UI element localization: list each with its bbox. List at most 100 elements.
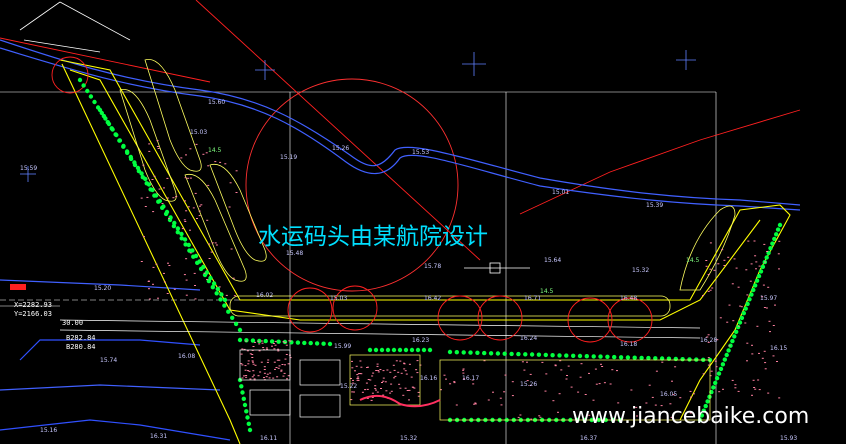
tree-dot [81, 83, 86, 88]
hatch-mark [157, 148, 160, 149]
tree-dot [713, 380, 718, 386]
hatch-mark [709, 268, 712, 270]
hatch-mark [173, 288, 176, 290]
tree-dot [321, 341, 326, 346]
elevation-label: 16.71 [524, 295, 541, 302]
hatch-mark [777, 253, 780, 255]
hatch-mark [404, 387, 407, 389]
hatch-mark [206, 279, 208, 281]
hatch-mark [375, 389, 377, 391]
tree-dot [536, 352, 542, 357]
hatch-mark [753, 387, 756, 388]
hatch-mark [357, 376, 360, 378]
hatch-mark [287, 375, 290, 377]
hatch-mark [356, 377, 359, 379]
hatch-mark [609, 383, 612, 385]
tree-dot [646, 355, 651, 361]
tree-dot [612, 354, 617, 360]
hatch-mark [379, 369, 382, 370]
hatch-mark [140, 261, 143, 262]
tree-dot [245, 415, 250, 420]
hatch-mark [253, 374, 255, 376]
hatch-mark [277, 348, 280, 350]
hatch-mark [462, 368, 465, 370]
hatch-mark [403, 368, 406, 370]
hatch-mark [254, 364, 257, 366]
hatch-mark [400, 372, 403, 374]
tree-dot [295, 340, 301, 345]
hatch-mark [189, 177, 192, 179]
hatch-mark [776, 361, 778, 362]
hatch-mark [709, 289, 712, 291]
hatch-mark [148, 288, 150, 290]
hatch-mark [721, 249, 724, 251]
hatch-mark [758, 389, 761, 391]
hatch-mark [630, 389, 633, 391]
hatch-mark [715, 366, 718, 368]
cad-drawing-canvas[interactable]: X=2282.93 Y=2166.03 30.00 B282.84 B280.8… [0, 0, 846, 444]
hatch-mark [566, 375, 568, 376]
hatch-mark [417, 395, 420, 397]
tree-dot [749, 292, 754, 297]
hatch-mark [261, 342, 264, 344]
hatch-mark [376, 365, 379, 367]
hatch-mark [733, 258, 736, 260]
tree-dot [409, 347, 415, 353]
tree-dot [136, 168, 142, 174]
hatch-mark [366, 388, 369, 390]
hatch-mark [728, 345, 731, 347]
hatch-mark [208, 243, 211, 245]
hatch-mark [554, 365, 557, 367]
tree-dot [734, 329, 739, 334]
hatch-mark [713, 269, 716, 271]
hatch-mark [268, 377, 271, 379]
tree-dot [461, 350, 466, 355]
tree-dot [488, 351, 494, 356]
hatch-mark [702, 295, 704, 297]
hatch-mark [778, 268, 780, 270]
hatch-mark [737, 325, 740, 327]
hatch-mark [198, 210, 201, 212]
hatch-mark [449, 383, 452, 385]
hatch-mark [393, 377, 396, 379]
hatch-mark [356, 374, 359, 376]
tree-dot [85, 88, 90, 94]
hatch-mark [142, 164, 145, 166]
tree-dot [743, 306, 748, 311]
tree-dot [718, 366, 724, 372]
tree-dot [716, 371, 722, 376]
hatch-mark [184, 221, 187, 222]
tree-dot [726, 348, 731, 353]
hatch-mark [764, 362, 767, 364]
hatch-mark [166, 293, 169, 294]
hatch-mark [752, 379, 755, 381]
hatch-mark [183, 274, 186, 276]
hatch-mark [157, 297, 159, 299]
hatch-mark [207, 184, 210, 186]
hatch-mark [276, 376, 279, 378]
tree-dot [732, 334, 737, 339]
hatch-mark [661, 361, 664, 363]
tree-dot [152, 193, 157, 198]
hatch-mark [273, 348, 276, 350]
hatch-mark [398, 383, 401, 385]
hatch-mark [262, 347, 265, 349]
hatch-mark [158, 188, 161, 190]
hatch-mark [240, 353, 243, 355]
hatch-mark [194, 298, 197, 300]
tree-dot [605, 354, 610, 359]
hatch-mark [580, 363, 583, 365]
hatch-mark [390, 383, 393, 385]
hatch-mark [714, 360, 717, 362]
hatch-mark [408, 399, 410, 401]
hatch-mark [765, 307, 768, 309]
hatch-mark [252, 346, 255, 347]
hatch-mark [166, 177, 169, 179]
elevation-label: 16.48 [620, 295, 637, 302]
hatch-mark [758, 265, 761, 267]
hatch-mark [751, 353, 754, 355]
hatch-mark [763, 307, 766, 308]
hatch-mark [723, 265, 726, 266]
hatch-mark [163, 281, 166, 283]
hatch-mark [376, 363, 379, 365]
